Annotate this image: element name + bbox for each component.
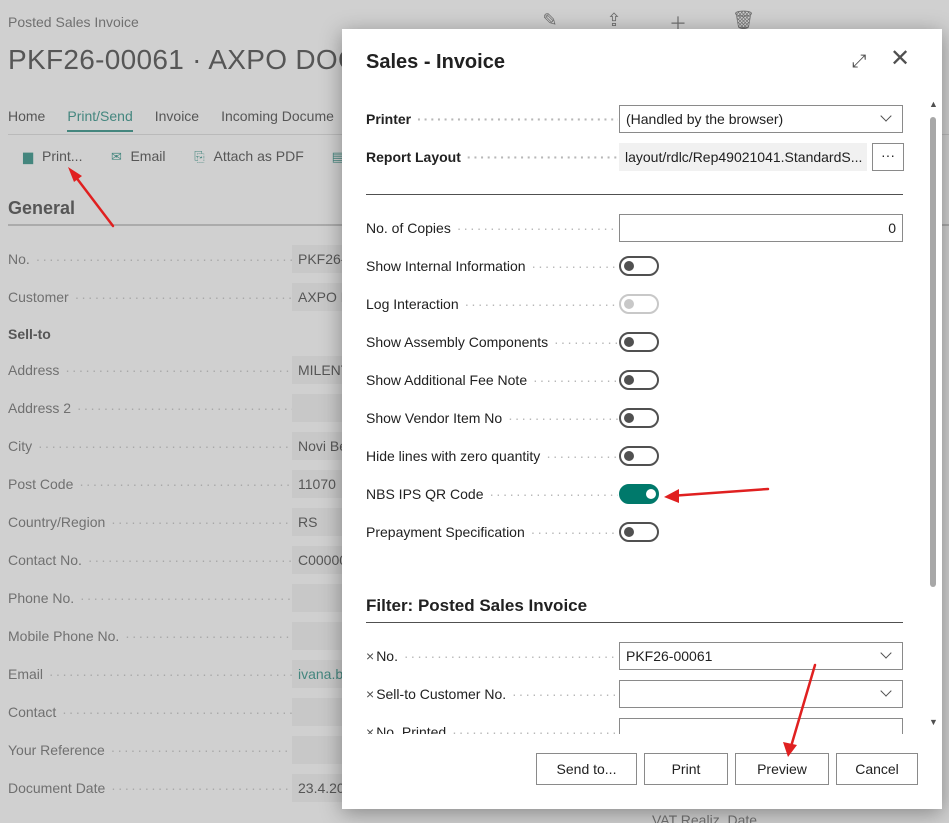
dialog-title: Sales - Invoice: [366, 51, 505, 73]
option-show-internal-information: Show Internal Information: [366, 252, 906, 280]
report-layout-label: Report Layout: [366, 149, 618, 165]
printer-row: Printer (Handled by the browser): [366, 105, 906, 133]
remove-filter-icon[interactable]: ×: [366, 686, 374, 702]
filter-divider: [366, 622, 903, 623]
send-to-button[interactable]: Send to...: [536, 753, 637, 785]
toggle-nbs-ips-qr-code[interactable]: [619, 484, 659, 504]
report-layout-lookup-button[interactable]: ···: [872, 143, 904, 171]
option-hide-lines-zero-quantity: Hide lines with zero quantity: [366, 442, 906, 470]
option-nbs-ips-qr-code: NBS IPS QR Code: [366, 480, 906, 508]
toggle-prepayment-specification[interactable]: [619, 522, 659, 542]
report-layout-row: Report Layout layout/rdlc/Rep49021041.St…: [366, 143, 906, 171]
copies-row: No. of Copies 0: [366, 214, 906, 242]
options-divider: [366, 194, 903, 195]
printer-label: Printer: [366, 111, 618, 127]
filter-section-title: Filter: Posted Sales Invoice: [366, 596, 588, 615]
filter-no-printed-row: × No. Printed: [366, 718, 906, 734]
report-layout-value[interactable]: layout/rdlc/Rep49021041.StandardS...: [619, 143, 867, 171]
option-log-interaction: Log Interaction: [366, 290, 906, 318]
toggle-show-additional-fee-note[interactable]: [619, 370, 659, 390]
sales-invoice-dialog: Sales - Invoice ⤢ ✕ Printer (Handled by …: [342, 29, 942, 809]
chevron-down-icon: [880, 648, 894, 662]
scroll-down-icon[interactable]: ▼: [929, 717, 938, 727]
preview-button[interactable]: Preview: [735, 753, 829, 785]
chevron-down-icon: [880, 111, 894, 125]
option-show-vendor-item-no: Show Vendor Item No: [366, 404, 906, 432]
dialog-scrollbar-thumb[interactable]: [930, 117, 936, 587]
toggle-show-assembly-components[interactable]: [619, 332, 659, 352]
close-icon[interactable]: ✕: [890, 47, 910, 71]
copies-input[interactable]: 0: [619, 214, 903, 242]
filter-no-printed-input[interactable]: [619, 718, 903, 734]
cancel-button[interactable]: Cancel: [836, 753, 918, 785]
chevron-down-icon: [880, 686, 894, 700]
expand-icon[interactable]: ⤢: [852, 51, 866, 72]
copies-label: No. of Copies: [366, 220, 618, 236]
remove-filter-icon[interactable]: ×: [366, 648, 374, 664]
toggle-show-vendor-item-no[interactable]: [619, 408, 659, 428]
scroll-up-icon[interactable]: ▲: [929, 99, 938, 109]
filter-no-row: ×No. PKF26-00061: [366, 642, 906, 670]
toggle-hide-lines-zero-quantity[interactable]: [619, 446, 659, 466]
filter-sell-to-customer-row: × Sell-to Customer No.: [366, 680, 906, 708]
filter-sell-to-customer-select[interactable]: [619, 680, 903, 708]
remove-filter-icon[interactable]: ×: [366, 724, 374, 734]
print-button[interactable]: Print: [644, 753, 728, 785]
toggle-log-interaction: [619, 294, 659, 314]
option-prepayment-specification: Prepayment Specification: [366, 518, 906, 546]
option-show-additional-fee-note: Show Additional Fee Note: [366, 366, 906, 394]
toggle-show-internal-information[interactable]: [619, 256, 659, 276]
option-show-assembly-components: Show Assembly Components: [366, 328, 906, 356]
printer-select[interactable]: (Handled by the browser): [619, 105, 903, 133]
filter-no-select[interactable]: PKF26-00061: [619, 642, 903, 670]
